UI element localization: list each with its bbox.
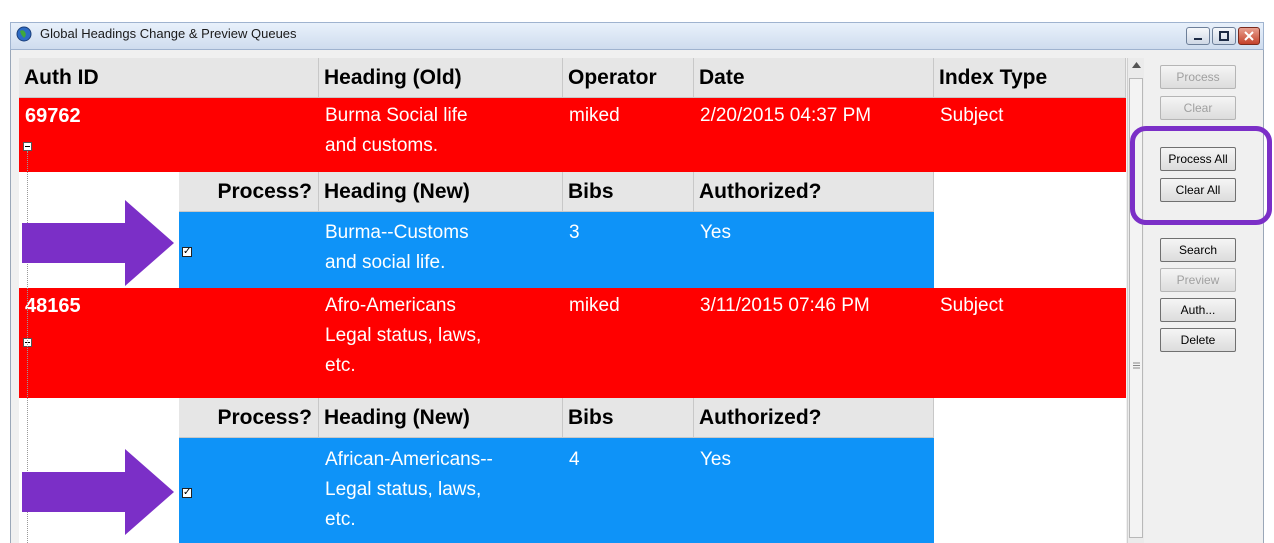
process-checkbox[interactable]: ✓ <box>182 488 192 498</box>
app-window: Global Headings Change & Preview Queues … <box>0 0 1274 543</box>
authorized-cell: Yes <box>700 449 731 470</box>
column-header-heading-old[interactable]: Heading (Old) <box>319 58 563 98</box>
maximize-icon <box>1219 31 1229 41</box>
heading-old-line: etc. <box>325 355 356 376</box>
subheader-heading-new[interactable]: Heading (New) <box>319 398 563 438</box>
heading-new-line: Burma--Customs <box>325 222 469 243</box>
heading-old-line: Burma Social life <box>325 105 468 126</box>
collapse-toggle-icon[interactable] <box>23 142 32 151</box>
auth-id-cell: 48165 <box>25 295 81 317</box>
subheader-authorized[interactable]: Authorized? <box>694 172 934 212</box>
preview-button[interactable]: Preview <box>1160 268 1236 292</box>
column-header-date[interactable]: Date <box>694 58 934 98</box>
heading-new-line: Legal status, laws, <box>325 479 482 500</box>
date-cell: 3/11/2015 07:46 PM <box>700 295 870 316</box>
auth-id-cell: 69762 <box>25 105 81 127</box>
heading-old-line: Afro-Americans <box>325 295 456 316</box>
operator-cell: miked <box>569 295 620 316</box>
heading-old-line: Legal status, laws, <box>325 325 482 346</box>
grip-icon <box>1133 362 1140 369</box>
subheader-bibs[interactable]: Bibs <box>563 172 694 212</box>
index-type-cell: Subject <box>940 295 1004 316</box>
bibs-cell: 3 <box>569 222 580 243</box>
arrow-icon <box>22 449 174 535</box>
minimize-button[interactable] <box>1186 27 1210 45</box>
subheader-heading-new[interactable]: Heading (New) <box>319 172 563 212</box>
search-button[interactable]: Search <box>1160 238 1236 262</box>
scroll-up-icon <box>1132 62 1141 68</box>
highlight-box <box>1130 126 1272 225</box>
column-header-operator[interactable]: Operator <box>563 58 694 98</box>
subheader-authorized[interactable]: Authorized? <box>694 398 934 438</box>
bibs-cell: 4 <box>569 449 580 470</box>
column-header-auth-id[interactable]: Auth ID <box>19 58 319 98</box>
minimize-icon <box>1194 38 1202 40</box>
index-type-cell: Subject <box>940 105 1004 126</box>
subheader-process[interactable]: Process? <box>179 172 319 212</box>
subheader-process[interactable]: Process? <box>179 398 319 438</box>
heading-old-line: and customs. <box>325 135 438 156</box>
operator-cell: miked <box>569 105 620 126</box>
process-button[interactable]: Process <box>1160 65 1236 89</box>
heading-new-line: African-Americans-- <box>325 449 493 470</box>
authorized-cell: Yes <box>700 222 731 243</box>
subheader-bibs[interactable]: Bibs <box>563 398 694 438</box>
globe-icon <box>16 26 32 42</box>
window-title: Global Headings Change & Preview Queues <box>40 26 297 41</box>
heading-new-line: and social life. <box>325 252 446 273</box>
delete-button[interactable]: Delete <box>1160 328 1236 352</box>
close-button[interactable] <box>1238 27 1260 45</box>
queue-grid[interactable]: Auth ID Heading (Old) Operator Date Inde… <box>19 58 1126 543</box>
auth-button[interactable]: Auth... <box>1160 298 1236 322</box>
heading-new-line: etc. <box>325 509 356 530</box>
close-icon <box>1244 31 1254 41</box>
process-checkbox[interactable]: ✓ <box>182 247 192 257</box>
column-header-index-type[interactable]: Index Type <box>934 58 1126 98</box>
maximize-button[interactable] <box>1212 27 1236 45</box>
clear-button[interactable]: Clear <box>1160 96 1236 120</box>
arrow-icon <box>22 200 174 286</box>
date-cell: 2/20/2015 04:37 PM <box>700 105 872 126</box>
